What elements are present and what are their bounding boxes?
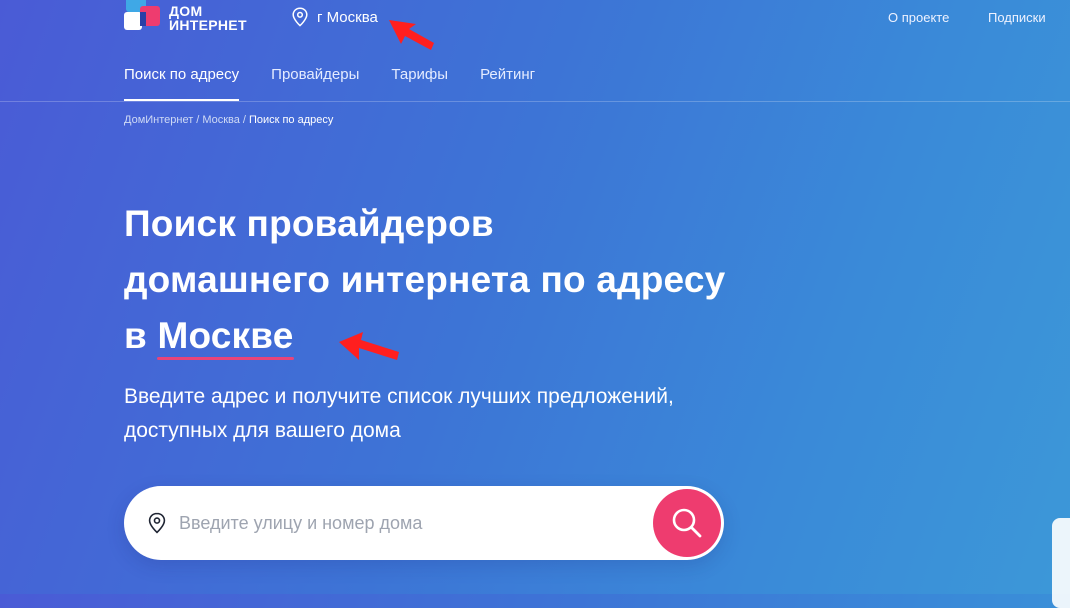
city-name: г Москва <box>317 8 378 26</box>
hero-subtitle: Введите адрес и получите список лучших п… <box>124 380 674 448</box>
title-prefix: в <box>124 315 147 356</box>
page-title: Поиск провайдеров домашнего интернета по… <box>124 196 725 364</box>
breadcrumb-separator: / <box>242 114 246 126</box>
address-search-bar <box>124 486 724 560</box>
nav-tab-address-search[interactable]: Поиск по адресу <box>124 66 240 101</box>
search-icon <box>672 508 702 538</box>
main-nav: Поиск по адресу Провайдеры Тарифы Рейтин… <box>124 66 535 101</box>
city-selector[interactable]: г Москва <box>291 7 378 27</box>
subtitle-line-2: доступных для вашего дома <box>124 419 401 442</box>
location-pin-icon <box>292 7 308 27</box>
breadcrumb-current: Поиск по адресу <box>248 114 334 126</box>
title-line-3: в Москве <box>124 308 725 364</box>
breadcrumb-separator: / <box>196 114 200 126</box>
map-pin-icon <box>148 512 166 534</box>
title-line-2: домашнего интернета по адресу <box>124 259 726 300</box>
nav-tab-rating[interactable]: Рейтинг <box>480 66 535 100</box>
logo-line-2: ИНТЕРНЕТ <box>169 17 247 33</box>
annotation-arrow-icon <box>389 20 434 50</box>
nav-divider <box>0 101 1070 102</box>
breadcrumb-home[interactable]: ДомИнтернет <box>124 114 193 126</box>
logo-text: ДОМ ИНТЕРНЕТ <box>169 4 247 32</box>
logo-line-1: ДОМ <box>169 3 203 19</box>
side-widget[interactable] <box>1052 518 1070 608</box>
subtitle-line-1: Введите адрес и получите список лучших п… <box>124 385 674 408</box>
nav-tab-tariffs[interactable]: Тарифы <box>391 66 448 100</box>
site-logo[interactable]: ДОМ ИНТЕРНЕТ <box>124 0 258 36</box>
breadcrumb: ДомИнтернет / Москва / Поиск по адресу <box>124 114 333 126</box>
breadcrumb-city[interactable]: Москва <box>202 114 240 126</box>
search-button[interactable] <box>653 489 721 557</box>
about-link[interactable]: О проекте <box>888 10 949 25</box>
subscriptions-link[interactable]: Подписки <box>988 10 1046 25</box>
title-line-1: Поиск провайдеров <box>124 203 494 244</box>
nav-tab-providers[interactable]: Провайдеры <box>271 66 359 100</box>
address-input[interactable] <box>177 502 653 544</box>
title-city-link[interactable]: Москве <box>157 315 293 356</box>
logo-mark-icon <box>124 0 160 30</box>
